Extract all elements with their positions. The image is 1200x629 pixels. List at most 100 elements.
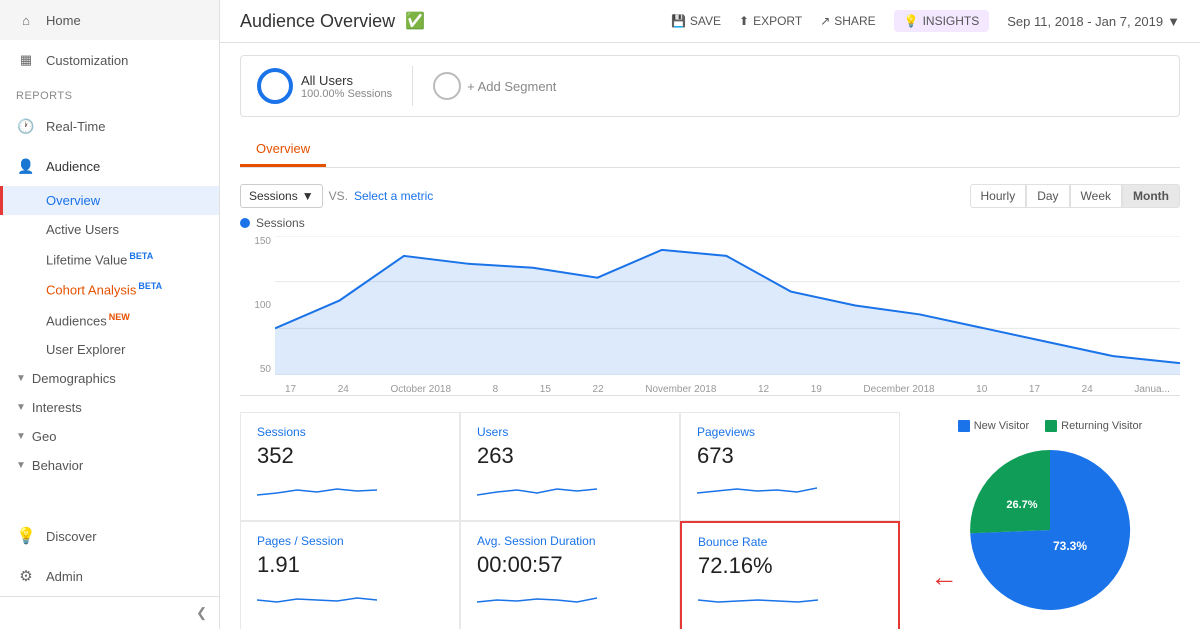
returning-visitor-label: Returning Visitor xyxy=(1061,420,1142,432)
returning-visitor-legend: Returning Visitor xyxy=(1045,420,1142,432)
reports-section-label: REPORTS xyxy=(0,80,219,106)
stat-avg-session: Avg. Session Duration 00:00:57 xyxy=(460,521,680,629)
behavior-arrow: ▼ xyxy=(16,460,26,471)
metric-dropdown-icon: ▼ xyxy=(302,189,314,203)
sidebar-item-overview[interactable]: Overview xyxy=(0,186,219,215)
share-button[interactable]: ↗ SHARE xyxy=(820,14,875,28)
select-metric-link[interactable]: Select a metric xyxy=(354,189,433,203)
sidebar-item-lifetime-value[interactable]: Lifetime ValueBETA xyxy=(0,244,219,274)
metric-label: Sessions xyxy=(249,189,298,203)
save-button[interactable]: 💾 SAVE xyxy=(671,14,721,28)
sidebar-item-behavior[interactable]: ▼ Behavior xyxy=(0,451,219,480)
x-axis: 17 24 October 2018 8 15 22 November 2018… xyxy=(275,384,1180,395)
x-label-17b: 17 xyxy=(1029,384,1040,395)
x-label-12: 12 xyxy=(758,384,769,395)
new-visitor-color xyxy=(958,420,970,432)
pageviews-sparkline xyxy=(697,475,817,505)
sidebar-item-audiences[interactable]: AudiencesNEW xyxy=(0,305,219,335)
bounce-rate-label: Bounce Rate xyxy=(698,535,882,549)
overview-label: Overview xyxy=(46,193,100,208)
geo-arrow: ▼ xyxy=(16,431,26,442)
segment-divider xyxy=(412,66,413,106)
month-button[interactable]: Month xyxy=(1122,184,1180,208)
x-label-17: 17 xyxy=(285,384,296,395)
day-button[interactable]: Day xyxy=(1026,184,1069,208)
y-label-50: 50 xyxy=(260,364,271,375)
x-label-nov: November 2018 xyxy=(645,384,716,395)
stat-pages-session: Pages / Session 1.91 xyxy=(240,521,460,629)
chart-legend: Sessions xyxy=(240,216,1180,230)
stat-bounce-rate: Bounce Rate 72.16% ← xyxy=(680,521,900,629)
chart-area: 150 100 50 xyxy=(240,236,1180,396)
sessions-metric-button[interactable]: Sessions ▼ xyxy=(240,184,323,208)
new-visitor-pct-label: 73.3% xyxy=(1053,539,1087,553)
x-label-10: 10 xyxy=(976,384,987,395)
clock-icon: 🕐 xyxy=(16,116,36,136)
chart-controls: Sessions ▼ VS. Select a metric Hourly Da… xyxy=(240,184,1180,208)
stats-row-2: Pages / Session 1.91 Avg. Session Durati… xyxy=(240,521,900,629)
verified-icon: ✅ xyxy=(405,11,425,31)
discover-label: Discover xyxy=(46,529,97,544)
avg-session-value: 00:00:57 xyxy=(477,552,663,578)
chart-svg-container xyxy=(275,236,1180,375)
sidebar-item-discover[interactable]: 💡 Discover xyxy=(0,516,219,556)
export-icon: ⬆ xyxy=(739,14,749,28)
sidebar-item-user-explorer[interactable]: User Explorer xyxy=(0,335,219,364)
sidebar-collapse-button[interactable]: ❮ xyxy=(0,596,219,629)
export-button[interactable]: ⬆ EXPORT xyxy=(739,14,802,28)
topbar-left: Audience Overview ✅ xyxy=(240,11,425,32)
returning-visitor-pct-label: 26.7% xyxy=(1006,499,1037,511)
cohort-label: Cohort Analysis xyxy=(46,283,136,298)
save-label: SAVE xyxy=(690,14,721,28)
sidebar-item-realtime[interactable]: 🕐 Real-Time xyxy=(0,106,219,146)
week-button[interactable]: Week xyxy=(1070,184,1122,208)
geo-label: Geo xyxy=(32,429,57,444)
admin-label: Admin xyxy=(46,569,83,584)
sidebar-item-customization[interactable]: ▦ Customization xyxy=(0,40,219,80)
sidebar-item-cohort[interactable]: Cohort AnalysisBETA xyxy=(0,274,219,304)
sidebar-item-demographics[interactable]: ▼ Demographics xyxy=(0,364,219,393)
sessions-legend-label: Sessions xyxy=(256,216,305,230)
x-label-dec: December 2018 xyxy=(863,384,934,395)
home-label: Home xyxy=(46,13,81,28)
sidebar-item-interests[interactable]: ▼ Interests xyxy=(0,393,219,422)
main-content: Audience Overview ✅ 💾 SAVE ⬆ EXPORT ↗ SH… xyxy=(220,0,1200,629)
home-icon: ⌂ xyxy=(16,10,36,30)
pages-session-label: Pages / Session xyxy=(257,534,443,548)
sidebar-item-admin[interactable]: ⚙ Admin xyxy=(0,556,219,596)
red-arrow: ← xyxy=(930,561,958,593)
demographics-label: Demographics xyxy=(32,371,116,386)
all-users-circle xyxy=(257,68,293,104)
content-area: All Users 100.00% Sessions + Add Segment… xyxy=(220,43,1200,629)
stats-pie-section: Sessions 352 Users 263 xyxy=(240,412,1180,629)
share-icon: ↗ xyxy=(820,14,830,28)
x-label-22: 22 xyxy=(593,384,604,395)
user-explorer-label: User Explorer xyxy=(46,342,125,357)
hourly-button[interactable]: Hourly xyxy=(970,184,1027,208)
x-label-19: 19 xyxy=(811,384,822,395)
lifetime-value-label: Lifetime Value xyxy=(46,252,127,267)
customization-label: Customization xyxy=(46,53,128,68)
avg-sparkline xyxy=(477,584,597,614)
sidebar-item-audience[interactable]: 👤 Audience xyxy=(0,146,219,186)
tab-overview[interactable]: Overview xyxy=(240,133,326,167)
sidebar-item-active-users[interactable]: Active Users xyxy=(0,215,219,244)
chart-svg xyxy=(275,236,1180,375)
sidebar-item-home[interactable]: ⌂ Home xyxy=(0,0,219,40)
stat-sessions: Sessions 352 xyxy=(240,412,460,521)
sidebar-item-geo[interactable]: ▼ Geo xyxy=(0,422,219,451)
new-visitor-label: New Visitor xyxy=(974,420,1029,432)
discover-icon: 💡 xyxy=(16,526,36,546)
audience-label: Audience xyxy=(46,159,100,174)
add-segment-button[interactable]: + Add Segment xyxy=(433,72,556,100)
avg-session-label: Avg. Session Duration xyxy=(477,534,663,548)
time-buttons: Hourly Day Week Month xyxy=(970,184,1180,208)
bounce-sparkline xyxy=(698,585,818,615)
sessions-sparkline xyxy=(257,475,377,505)
date-range-selector[interactable]: Sep 11, 2018 - Jan 7, 2019 ▼ xyxy=(1007,14,1180,29)
all-users-segment[interactable]: All Users 100.00% Sessions xyxy=(257,68,392,104)
insights-button[interactable]: 💡 INSIGHTS xyxy=(894,10,990,32)
x-label-24b: 24 xyxy=(1082,384,1093,395)
person-icon: 👤 xyxy=(16,156,36,176)
y-axis: 150 100 50 xyxy=(240,236,275,375)
